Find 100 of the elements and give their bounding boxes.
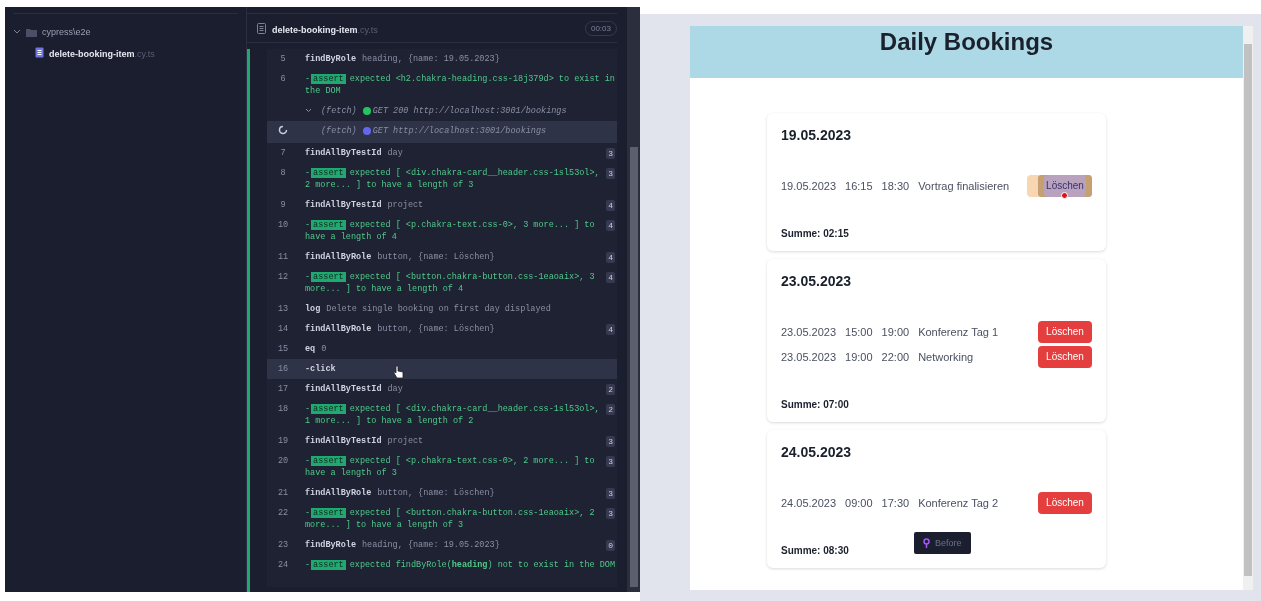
booking-start: 09:00 xyxy=(845,496,873,509)
command-log-row[interactable]: 16 -click xyxy=(267,359,617,379)
command-log-row[interactable]: 14 findAllByRole button, {name: Löschen} 4 xyxy=(267,319,617,339)
line-number: 6 xyxy=(279,73,287,85)
booking-start: 16:15 xyxy=(845,179,873,192)
line-number: 9 xyxy=(279,199,287,211)
page-title: Daily Bookings xyxy=(879,28,1054,57)
command-log-row[interactable]: 20 - assert expected [ <p.chakra-text.css-0>, 2 more... ] to have a length of 3 3 xyxy=(267,451,617,483)
assertion-message: - assert expected findByRole(heading) not to exist in the DOM xyxy=(305,559,615,571)
fetch-message: GET http://localhost:3001/bookings xyxy=(372,125,548,137)
command-message: button, {name: Löschen} xyxy=(377,252,495,262)
command-message: heading, {name: 19.05.2023} xyxy=(362,540,500,550)
command-log-row[interactable]: 8 - assert expected [ <div.chakra-card__header.css-1sl53ol>, 2 more... ] to have a length of 3 3 xyxy=(267,163,617,195)
line-number: 7 xyxy=(279,147,287,159)
assert-badge: assert xyxy=(311,168,346,178)
command-name: log xyxy=(305,304,321,314)
line-number: 22 xyxy=(276,507,290,519)
assertion-message: - assert expected <h2.chakra-heading.css-18j379d> to exist in the DOM xyxy=(305,73,615,97)
line-number: 21 xyxy=(276,487,290,499)
command-name: findAllByTestId xyxy=(305,200,382,210)
command-log-row[interactable]: 24 - assert expected findByRole(heading) not to exist in the DOM xyxy=(267,555,617,575)
command-message: Delete single booking on first day displayed xyxy=(326,304,551,314)
line-number: 14 xyxy=(276,323,290,335)
command-log-row[interactable]: 12 - assert expected [ <button.chakra-button.css-1eaoaix>, 3 more... ] to have a length of 4 4 xyxy=(267,267,617,299)
command-log-row[interactable]: 9 findAllByTestId project 4 xyxy=(267,195,617,215)
fetch-label: (fetch) xyxy=(321,105,357,117)
command-name: eq xyxy=(305,344,316,354)
booking-date: 19.05.2023 xyxy=(781,179,837,192)
command-log-row[interactable]: 11 findAllByRole button, {name: Löschen} 4 xyxy=(267,247,617,267)
command-message: day xyxy=(387,148,403,158)
assert-badge: assert xyxy=(311,404,346,414)
element-count: 4 xyxy=(606,200,615,211)
command-message: project xyxy=(387,200,424,210)
booking-date: 24.05.2023 xyxy=(781,496,837,509)
element-count: 3 xyxy=(606,508,615,519)
command-name: findAllByRole xyxy=(305,488,372,498)
command-log-row[interactable]: 22 - assert expected [ <button.chakra-button.css-1eaoaix>, 2 more... ] to have a length of 3 3 xyxy=(267,503,617,535)
line-number: 18 xyxy=(276,403,290,415)
command-log-row[interactable]: 21 findAllByRole button, {name: Löschen} 3 xyxy=(267,483,617,503)
command-message: button, {name: Löschen} xyxy=(377,488,495,498)
element-count: 4 xyxy=(606,324,615,335)
scrollbar-thumb[interactable] xyxy=(629,147,638,587)
sum-label: Summe: 07:00 xyxy=(781,399,850,410)
snapshot-tooltip: Before xyxy=(914,532,971,554)
command-log-row[interactable]: 19 findAllByTestId project 3 xyxy=(267,431,617,451)
booking-end: 19:00 xyxy=(881,325,910,338)
command-log-row[interactable]: 17 findAllByTestId day 2 xyxy=(267,379,617,399)
command-log-row[interactable]: (fetch) GET 200 http://localhost:3001/bookings xyxy=(267,101,617,121)
command-log-row[interactable]: 15 eq 0 xyxy=(267,339,617,359)
spec-file-link[interactable]: delete-booking-item.cy.ts xyxy=(49,43,155,61)
booking-start: 19:00 xyxy=(845,350,873,363)
assertion-message: - assert expected [ <div.chakra-card__header.css-1sl53ol>, 2 more... ] to have a length of 3 xyxy=(305,167,601,191)
command-message: project xyxy=(387,436,424,446)
line-number: 23 xyxy=(276,539,290,551)
command-log-row[interactable]: 18 - assert expected [ <div.chakra-card__header.css-1sl53ol>, 1 more... ] to have a length of 2 2 xyxy=(267,399,617,431)
assert-badge: assert xyxy=(311,560,346,570)
assert-badge: assert xyxy=(311,456,346,466)
command-name: findByRole xyxy=(305,54,356,64)
delete-button[interactable]: Löschen xyxy=(1038,345,1092,368)
booking-end: 22:00 xyxy=(881,350,910,363)
element-count: 3 xyxy=(606,456,615,467)
command-log-row[interactable]: 7 findAllByTestId day 3 xyxy=(267,143,617,163)
element-count: 4 xyxy=(606,272,615,283)
line-number: 11 xyxy=(276,251,290,263)
assert-badge: assert xyxy=(311,74,346,84)
command-log-row[interactable]: 5 findByRole heading, {name: 19.05.2023} xyxy=(267,49,617,69)
command-log-row[interactable]: 23 findByRole heading, {name: 19.05.2023} 0 xyxy=(267,535,617,555)
line-number: 19 xyxy=(276,435,290,447)
element-count: 2 xyxy=(606,384,615,395)
assert-badge: assert xyxy=(311,272,346,282)
booking-project: Vortrag finalisieren xyxy=(918,179,1010,192)
day-heading: 19.05.2023 xyxy=(781,127,853,143)
command-name: findByRole xyxy=(305,540,356,550)
element-count: 0 xyxy=(606,540,615,551)
assert-badge: assert xyxy=(311,508,346,518)
command-name: findAllByRole xyxy=(305,252,372,262)
command-name: -click xyxy=(305,364,336,374)
chevron-down-icon[interactable] xyxy=(305,108,312,113)
line-number: 12 xyxy=(276,271,290,283)
booking-date: 23.05.2023 xyxy=(781,350,837,363)
booking-project: Konferenz Tag 2 xyxy=(918,496,999,509)
command-log-row[interactable]: 10 - assert expected [ <p.chakra-text.css-0>, 3 more... ] to have a length of 4 4 xyxy=(267,215,617,247)
command-message: heading, {name: 19.05.2023} xyxy=(362,54,500,64)
element-count: 3 xyxy=(606,488,615,499)
file-icon xyxy=(35,46,44,58)
sum-label: Summe: 02:15 xyxy=(781,228,850,239)
folder-name[interactable]: cypress\e2e xyxy=(42,27,91,37)
booking-end: 17:30 xyxy=(881,496,910,509)
day-heading: 23.05.2023 xyxy=(781,273,853,289)
chevron-down-icon[interactable] xyxy=(13,29,21,35)
command-log-row[interactable]: 13 log Delete single booking on first day displayed xyxy=(267,299,617,319)
command-log-row[interactable]: (fetch) GET http://localhost:3001/bookings xyxy=(267,121,617,143)
command-log-row[interactable]: 6 - assert expected <h2.chakra-heading.css-18j379d> to exist in the DOM xyxy=(267,69,617,101)
line-number: 13 xyxy=(276,303,290,315)
day-heading: 24.05.2023 xyxy=(781,444,853,460)
assertion-message: - assert expected [ <button.chakra-button.css-1eaoaix>, 2 more... ] to have a length of 3 xyxy=(305,507,596,531)
delete-button[interactable]: Löschen xyxy=(1038,320,1092,343)
booking-project: Konferenz Tag 1 xyxy=(918,325,999,338)
delete-button[interactable]: Löschen xyxy=(1038,491,1092,514)
scrollbar-thumb[interactable] xyxy=(1244,44,1252,576)
